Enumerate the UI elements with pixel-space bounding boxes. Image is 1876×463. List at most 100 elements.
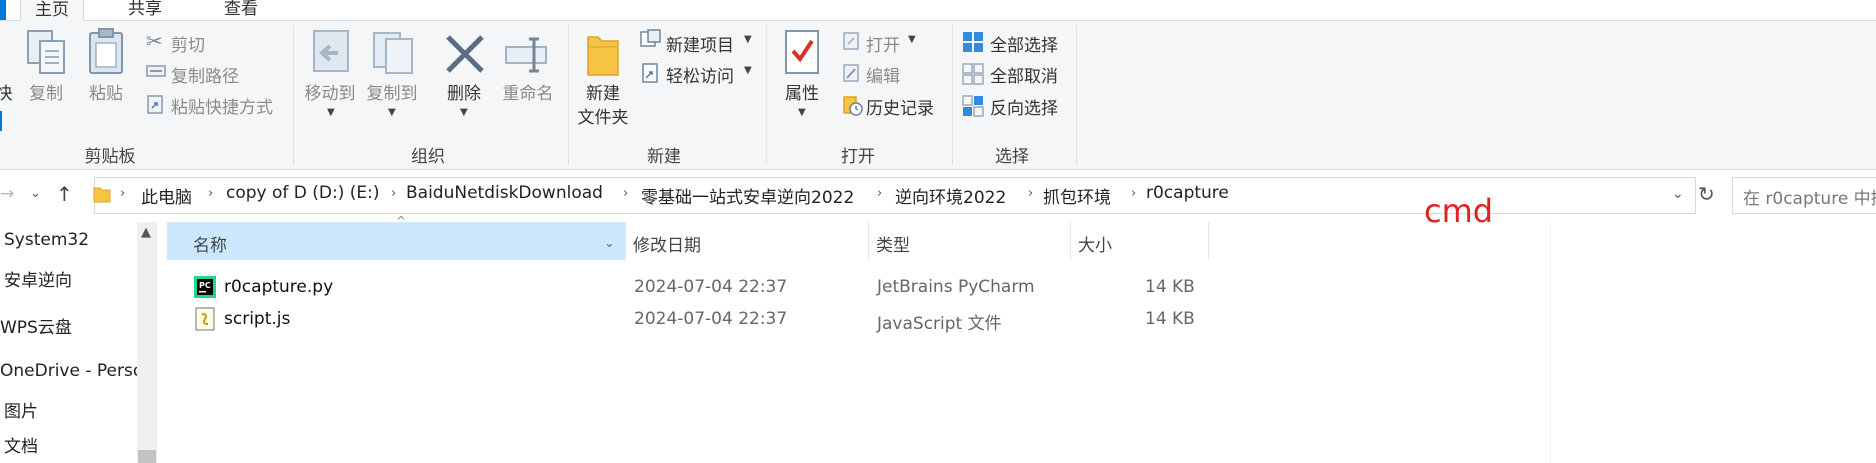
column-header-type[interactable]: 类型 [876, 231, 910, 256]
column-divider[interactable] [625, 222, 626, 260]
js-file-icon [195, 307, 215, 331]
group-divider [1076, 25, 1077, 165]
open-dropdown-icon[interactable]: ▼ [908, 34, 916, 45]
nav-item-onedrive[interactable]: OneDrive - Perso [0, 361, 143, 381]
invert-selection-button[interactable]: 反向选择 [990, 94, 1058, 119]
address-dropdown-icon[interactable]: ⌄ [1672, 186, 1684, 202]
delete-icon[interactable] [444, 33, 486, 75]
refresh-icon[interactable]: ↻ [1698, 182, 1715, 206]
properties-button[interactable]: 属性 [774, 83, 830, 106]
history-button[interactable]: 历史记录 [866, 94, 934, 119]
group-divider [293, 25, 294, 165]
file-type: JavaScript 文件 [877, 314, 1002, 334]
properties-icon[interactable] [782, 29, 822, 79]
select-all-button[interactable]: 全部选择 [990, 31, 1058, 56]
up-arrow-icon[interactable]: ↑ [56, 182, 73, 206]
column-header-name[interactable]: 名称 [193, 231, 227, 256]
open-group-label: 打开 [841, 147, 875, 167]
nav-scroll-thumb[interactable] [138, 450, 156, 463]
file-tab-edge[interactable] [0, 0, 6, 20]
file-name[interactable]: r0capture.py [224, 277, 333, 297]
column-header-size[interactable]: 大小 [1078, 231, 1112, 256]
cut-button[interactable]: 剪切 [171, 31, 205, 56]
breadcrumb-capture-env[interactable]: 抓包环境 [1043, 183, 1111, 208]
tab-home[interactable]: 主页 [20, 0, 84, 21]
open-icon [843, 32, 859, 50]
new-folder-icon[interactable] [584, 31, 622, 79]
copy-path-icon [146, 65, 166, 77]
group-divider [568, 25, 569, 165]
breadcrumb-this-pc[interactable]: 此电脑 [141, 183, 192, 208]
copy-icon[interactable] [26, 29, 70, 77]
scissors-icon: ✂ [146, 29, 163, 53]
delete-dropdown-icon[interactable]: ▼ [460, 107, 468, 118]
search-placeholder[interactable]: 在 r0capture 中搜 [1743, 184, 1876, 209]
ribbon: 快 复制 粘贴 ✂ 剪切 复制路径 粘贴快捷方式 剪贴板 移动到 ▼ 复制到 ▼ [0, 21, 1876, 170]
select-group-label: 选择 [995, 147, 1029, 167]
move-to-icon[interactable] [308, 29, 354, 79]
tab-view[interactable]: 查看 [224, 0, 258, 19]
breadcrumb-drive[interactable]: copy of D (D:) (E:) [226, 183, 380, 203]
quick-access-partial-label[interactable]: 快 [0, 83, 14, 106]
edit-button[interactable]: 编辑 [866, 62, 900, 87]
file-name[interactable]: script.js [224, 309, 290, 329]
properties-dropdown-icon[interactable]: ▼ [798, 107, 806, 118]
column-divider[interactable] [868, 222, 869, 260]
copy-path-button[interactable]: 复制路径 [171, 62, 239, 87]
rename-icon[interactable] [504, 35, 550, 75]
move-to-dropdown-icon[interactable]: ▼ [327, 107, 335, 118]
column-filter-chevron-icon[interactable]: ⌄ [604, 236, 615, 251]
select-none-button[interactable]: 全部取消 [990, 62, 1058, 87]
breadcrumb-baidu-download[interactable]: BaiduNetdiskDownload [406, 183, 603, 203]
easy-access-dropdown-icon[interactable]: ▼ [744, 65, 752, 76]
tab-share[interactable]: 共享 [128, 0, 162, 19]
nav-item-android-reverse[interactable]: 安卓逆向 [4, 266, 72, 291]
copy-to-button[interactable]: 复制到 [360, 83, 424, 106]
column-divider[interactable] [1208, 222, 1209, 260]
breadcrumb-separator-icon[interactable]: › [1131, 186, 1136, 201]
breadcrumb-course[interactable]: 零基础一站式安卓逆向2022 [641, 183, 854, 208]
breadcrumb-separator-icon[interactable]: › [120, 186, 125, 201]
move-to-button[interactable]: 移动到 [298, 83, 362, 106]
select-none-icon [962, 63, 984, 85]
file-type: JetBrains PyCharm [877, 277, 1035, 297]
edit-icon [843, 64, 859, 82]
new-item-dropdown-icon[interactable]: ▼ [744, 34, 752, 45]
cmd-annotation-text: cmd [1424, 192, 1494, 230]
nav-item-pictures[interactable]: 图片 [4, 397, 38, 422]
scroll-up-arrow-icon[interactable]: ▲ [141, 225, 151, 240]
new-item-button[interactable]: 新建项目 [666, 31, 734, 56]
easy-access-button[interactable]: 轻松访问 [666, 62, 734, 87]
history-icon [843, 96, 863, 116]
breadcrumb-separator-icon[interactable]: › [208, 186, 213, 201]
nav-item-system32[interactable]: System32 [4, 230, 89, 250]
nav-scrollbar[interactable] [137, 222, 157, 463]
new-folder-label-line2[interactable]: 文件夹 [572, 107, 634, 130]
breadcrumb-separator-icon[interactable]: › [877, 186, 882, 201]
delete-button[interactable]: 删除 [440, 83, 488, 106]
paste-shortcut-button[interactable]: 粘贴快捷方式 [171, 93, 273, 118]
breadcrumb-separator-icon[interactable]: › [391, 186, 396, 201]
rename-button[interactable]: 重命名 [496, 83, 560, 106]
organize-group-label: 组织 [411, 147, 445, 167]
paste-button[interactable]: 粘贴 [84, 83, 128, 106]
breadcrumb-current-folder[interactable]: r0capture [1146, 183, 1229, 203]
recent-locations-chevron-icon[interactable]: ⌄ [30, 186, 41, 201]
group-divider [766, 25, 767, 165]
nav-item-wps-cloud[interactable]: WPS云盘 [0, 313, 72, 338]
copy-to-dropdown-icon[interactable]: ▼ [388, 107, 396, 118]
forward-arrow-icon[interactable]: → [0, 184, 14, 204]
paste-icon[interactable] [86, 27, 126, 77]
copy-button[interactable]: 复制 [24, 83, 68, 106]
breadcrumb-reverse-env[interactable]: 逆向环境2022 [895, 183, 1006, 208]
new-folder-label-line1[interactable]: 新建 [572, 83, 634, 106]
pin-icon [0, 111, 2, 131]
breadcrumb-separator-icon[interactable]: › [1028, 186, 1033, 201]
open-button[interactable]: 打开 [866, 31, 900, 56]
breadcrumb-separator-icon[interactable]: › [623, 186, 628, 201]
copy-to-icon[interactable] [370, 29, 416, 79]
column-header-date-modified[interactable]: 修改日期 [633, 231, 701, 256]
column-divider[interactable] [1070, 222, 1071, 260]
nav-item-documents[interactable]: 文档 [4, 432, 38, 457]
paste-shortcut-icon [147, 95, 163, 114]
